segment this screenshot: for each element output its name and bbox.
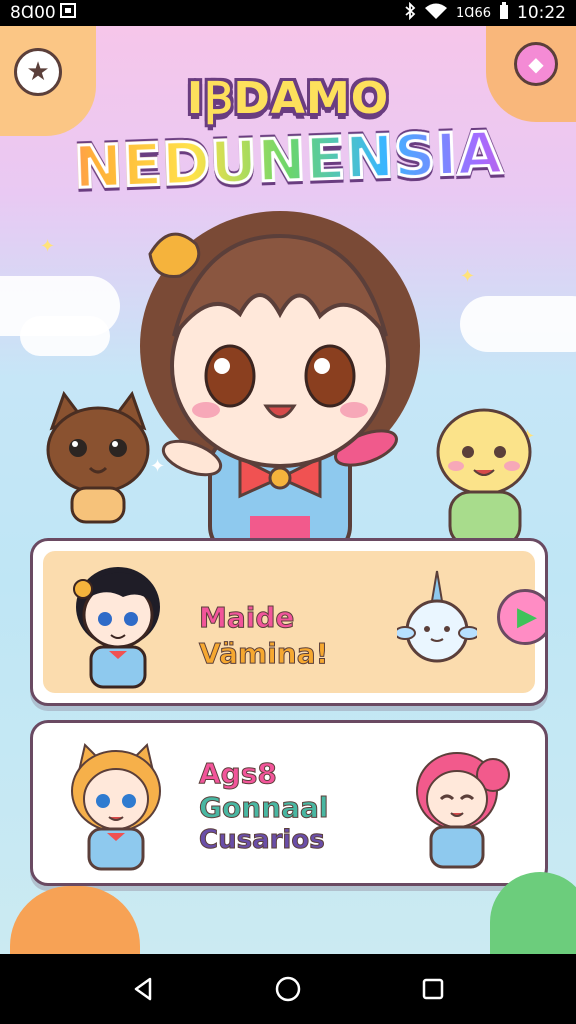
menu-card-2[interactable]: Ags8 Gonnaal Cusarios <box>30 720 548 886</box>
baby-character <box>436 408 532 546</box>
notification-icon <box>59 2 78 24</box>
sparkle-icon: ✦ <box>460 266 476 287</box>
card-1-subtitle: Vämina! <box>198 637 329 671</box>
card-2-subtitle: Gonnaal <box>198 791 329 825</box>
home-icon <box>275 976 301 1002</box>
recents-button[interactable] <box>411 967 455 1011</box>
app-screen: ✦ ✦ ✦ ✦ ★ ◆ IꞴDAMO NEDUNENSIA <box>0 26 576 954</box>
card-1-boy-character <box>73 567 160 689</box>
home-button[interactable] <box>266 967 310 1011</box>
bottom-decoration-left <box>10 886 140 954</box>
back-icon <box>134 977 151 1001</box>
card-2-pink-girl-character <box>416 752 510 869</box>
card-1-title: Maide <box>198 601 295 635</box>
status-left-text: 8Ɑ00 <box>10 3 56 23</box>
cloud-decoration <box>460 296 576 352</box>
status-time: 10:22 <box>517 3 566 23</box>
sparkle-icon: ✦ <box>40 236 56 257</box>
play-icon: ▶ <box>517 602 537 632</box>
bluetooth-icon <box>404 1 416 25</box>
recents-icon <box>423 978 444 1000</box>
narwhal-character <box>397 570 477 663</box>
menu-card-1[interactable]: Maide Vämina! ▶ <box>30 538 548 706</box>
card-2-caption: Cusarios <box>199 825 326 856</box>
cat-character <box>46 390 150 524</box>
card-2-fox-girl-character <box>71 743 161 871</box>
mascot-girl <box>140 211 420 556</box>
wifi-icon <box>424 2 448 25</box>
back-button[interactable] <box>121 967 165 1011</box>
status-right-text: 1Ɑ66 <box>456 5 491 21</box>
status-bar: 8Ɑ00 1Ɑ66 10:22 <box>0 0 576 26</box>
card-2-title: Ags8 <box>199 757 278 791</box>
status-right: 1Ɑ66 10:22 <box>404 1 566 25</box>
status-left: 8Ɑ00 <box>10 2 78 24</box>
battery-icon <box>499 1 509 25</box>
navigation-bar <box>0 954 576 1024</box>
cloud-decoration <box>20 316 110 356</box>
title-main: NEDUNENSIA <box>0 116 576 204</box>
play-button[interactable]: ▶ <box>497 589 545 645</box>
title-top: IꞴDAMO <box>186 73 390 124</box>
